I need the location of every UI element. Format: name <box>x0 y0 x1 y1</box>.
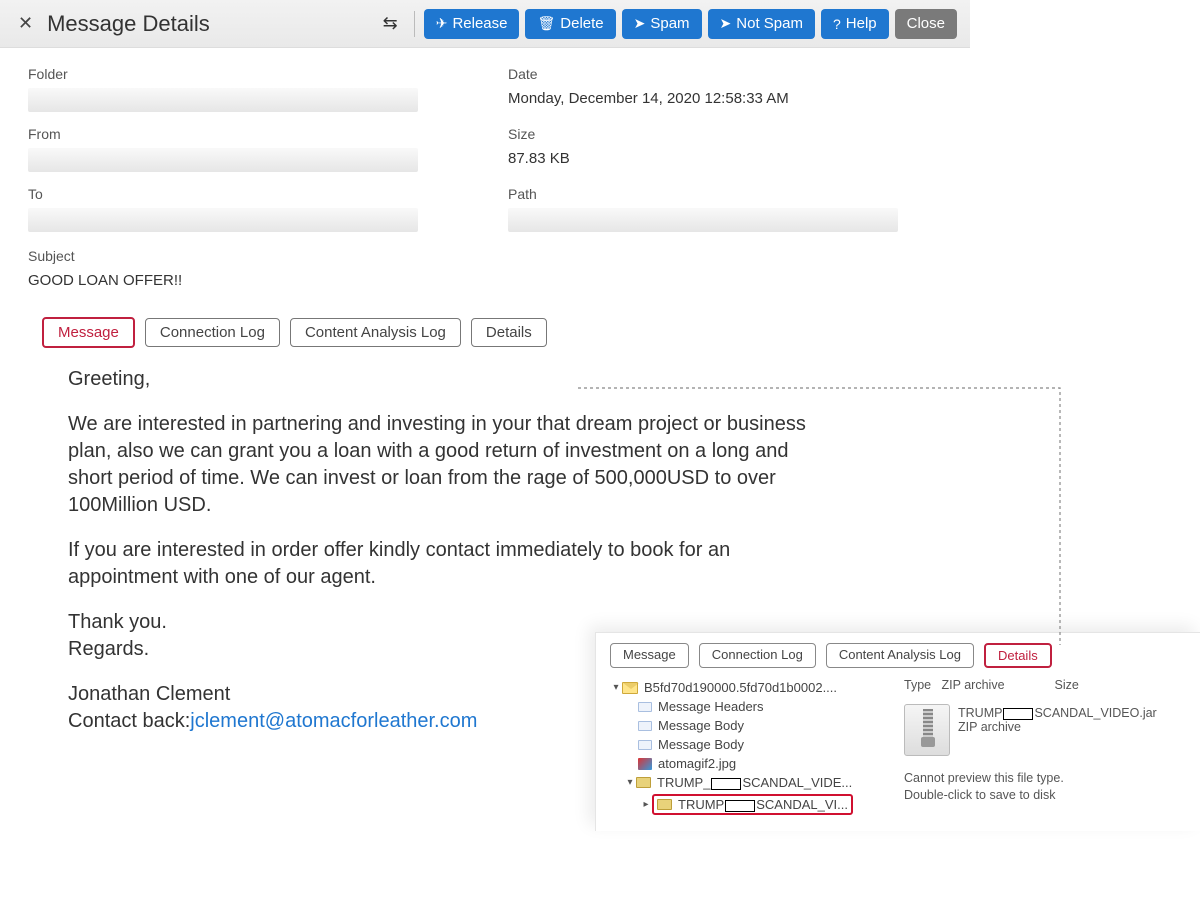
details-inset-panel: Message Connection Log Content Analysis … <box>595 632 1200 831</box>
separator <box>414 11 415 37</box>
from-field: From <box>28 126 488 172</box>
path-value-redacted <box>508 208 898 232</box>
envelope-icon <box>638 740 652 750</box>
inset-tabs: Message Connection Log Content Analysis … <box>610 643 1188 668</box>
tree-root[interactable]: ▾ B5fd70d190000.5fd70d1b0002.... <box>610 678 900 697</box>
redacted-box <box>711 778 741 790</box>
tree-image[interactable]: atomagif2.jpg <box>610 754 900 773</box>
tab-details[interactable]: Details <box>471 318 547 347</box>
envelope-icon <box>638 702 652 712</box>
inset-tab-details[interactable]: Details <box>984 643 1052 668</box>
page-title: Message Details <box>47 11 210 37</box>
notspam-button[interactable]: ➤Not Spam <box>708 9 815 39</box>
highlighted-item: TRUMPSCANDAL_VI... <box>652 794 853 815</box>
detail-tabs: Message Connection Log Content Analysis … <box>42 317 960 348</box>
release-label: Release <box>452 15 507 32</box>
zip-icon[interactable] <box>904 704 950 756</box>
inset-tab-message[interactable]: Message <box>610 643 689 668</box>
from-label: From <box>28 126 488 142</box>
tab-message[interactable]: Message <box>42 317 135 348</box>
path-label: Path <box>508 186 968 202</box>
topbar: ✕ Message Details ⇆ ✈Release 🗑Delete ➤Sp… <box>0 0 970 48</box>
subject-value: GOOD LOAN OFFER!! <box>28 270 960 289</box>
size-label: Size <box>508 126 968 142</box>
caret-down-icon[interactable]: ▾ <box>624 777 636 788</box>
tree-body-1[interactable]: Message Body <box>610 716 900 735</box>
inset-tab-content-analysis-log[interactable]: Content Analysis Log <box>826 643 974 668</box>
size-field: Size 87.83 KB <box>508 126 968 172</box>
notspam-label: Not Spam <box>736 15 803 32</box>
flag-icon: ➤ <box>634 15 646 32</box>
tree-archive-child-label: TRUMPSCANDAL_VI... <box>678 797 848 812</box>
inset-tab-connection-log[interactable]: Connection Log <box>699 643 816 668</box>
close-button[interactable]: Close <box>895 9 957 39</box>
delete-button[interactable]: 🗑 Delete <box>525 9 615 39</box>
body-p1: We are interested in partnering and inve… <box>68 411 808 519</box>
tree-body-2[interactable]: Message Body <box>610 735 900 754</box>
to-value-redacted <box>28 208 418 232</box>
caret-right-icon[interactable]: ▸ <box>640 799 652 810</box>
spam-label: Spam <box>650 15 689 32</box>
tree-body-2-label: Message Body <box>658 737 744 752</box>
tab-connection-log[interactable]: Connection Log <box>145 318 280 347</box>
folder-icon <box>657 799 672 810</box>
attachment-tree: ▾ B5fd70d190000.5fd70d1b0002.... Message… <box>610 678 900 817</box>
folder-value-redacted <box>28 88 418 112</box>
tree-image-label: atomagif2.jpg <box>658 756 736 771</box>
folder-label: Folder <box>28 66 488 82</box>
body-p2: If you are interested in order offer kin… <box>68 537 808 591</box>
size-value: 87.83 KB <box>508 148 968 167</box>
folder-field: Folder <box>28 66 488 112</box>
attachment-subtype: ZIP archive <box>958 720 1021 734</box>
redacted-box <box>1003 708 1033 720</box>
from-value-redacted <box>28 148 418 172</box>
help-label: Help <box>846 15 877 32</box>
help-button[interactable]: ? Help <box>821 9 889 39</box>
tree-archive-child[interactable]: ▸ TRUMPSCANDAL_VI... <box>610 792 900 817</box>
subject-field: Subject GOOD LOAN OFFER!! <box>28 248 960 289</box>
delete-label: Delete <box>560 15 603 32</box>
date-value: Monday, December 14, 2020 12:58:33 AM <box>508 88 968 107</box>
tab-content-analysis-log[interactable]: Content Analysis Log <box>290 318 461 347</box>
contact-prefix: Contact back: <box>68 710 190 732</box>
help-icon: ? <box>833 16 841 32</box>
no-preview-text: Cannot preview this file type. Double-cl… <box>904 766 1188 804</box>
spam-button[interactable]: ➤Spam <box>622 9 702 39</box>
to-field: To <box>28 186 488 232</box>
envelope-icon <box>638 721 652 731</box>
subject-label: Subject <box>28 248 960 264</box>
caret-down-icon[interactable]: ▾ <box>610 682 622 693</box>
info-type: Type ZIP archive <box>904 678 1005 692</box>
redacted-box <box>725 800 755 812</box>
info-size-label: Size <box>1055 678 1079 692</box>
flag-icon: ➤ <box>720 15 732 32</box>
expand-icon[interactable]: ⇆ <box>373 13 408 34</box>
date-label: Date <box>508 66 968 82</box>
release-button[interactable]: ✈Release <box>424 9 520 39</box>
trash-icon: 🗑 <box>537 15 555 32</box>
body-greeting: Greeting, <box>68 366 808 393</box>
path-field: Path <box>508 186 968 232</box>
tree-headers[interactable]: Message Headers <box>610 697 900 716</box>
tree-archive[interactable]: ▾ TRUMP_SCANDAL_VIDE... <box>610 773 900 792</box>
envelope-icon <box>622 682 638 694</box>
tree-root-label: B5fd70d190000.5fd70d1b0002.... <box>644 680 837 695</box>
folder-icon <box>636 777 651 788</box>
tree-body-1-label: Message Body <box>658 718 744 733</box>
close-label: Close <box>907 15 945 32</box>
send-icon: ✈ <box>436 15 448 32</box>
attachment-info: Type ZIP archive Size TRUMPSCANDAL_VIDEO… <box>900 678 1188 817</box>
close-icon[interactable]: ✕ <box>10 9 41 38</box>
date-field: Date Monday, December 14, 2020 12:58:33 … <box>508 66 968 112</box>
contact-email-link[interactable]: jclement@atomacforleather.com <box>190 710 477 732</box>
to-label: To <box>28 186 488 202</box>
tree-archive-label: TRUMP_SCANDAL_VIDE... <box>657 775 852 790</box>
tree-headers-label: Message Headers <box>658 699 764 714</box>
image-icon <box>638 758 652 770</box>
